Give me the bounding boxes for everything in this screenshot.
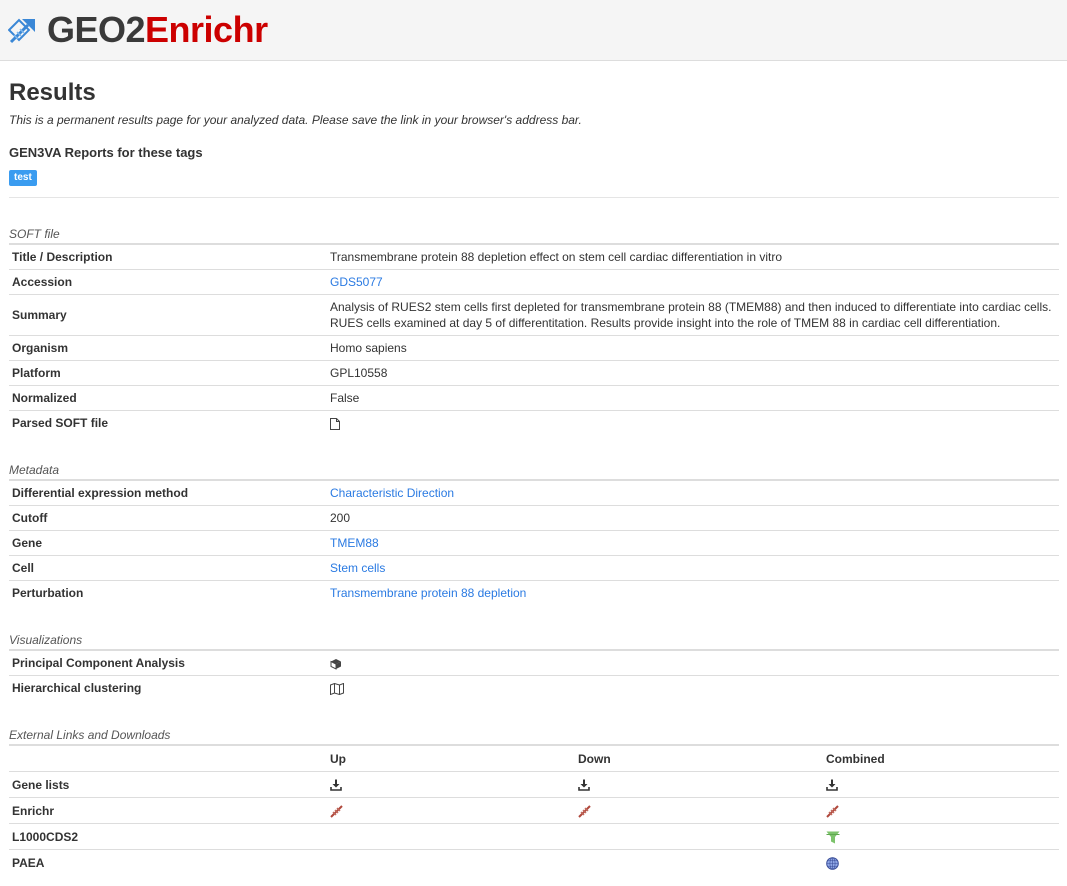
tag-badge[interactable]: test — [9, 170, 37, 186]
section-title-metadata: Metadata — [9, 463, 60, 477]
table-row: Differential expression method Character… — [9, 479, 1059, 506]
table-row: Cell Stem cells — [9, 555, 1059, 581]
section-title-soft-file: SOFT file — [9, 227, 60, 241]
row-label: Platform — [9, 360, 324, 386]
title-description-value: Transmembrane protein 88 depletion effec… — [324, 243, 1059, 270]
tags-heading: GEN3VA Reports for these tags — [9, 145, 203, 160]
normalized-value: False — [324, 385, 1059, 411]
column-header-down: Down — [572, 744, 820, 772]
column-header-up: Up — [324, 744, 572, 772]
brand-logo[interactable]: GEO2Enrichr — [47, 12, 268, 48]
table-row: Normalized False — [9, 385, 1059, 411]
table-row: L1000CDS2 — [9, 823, 1059, 850]
tag-list: test — [9, 169, 1059, 186]
row-label: Gene lists — [9, 771, 324, 798]
section-title-external-links: External Links and Downloads — [9, 728, 171, 742]
table-row: Principal Component Analysis — [9, 649, 1059, 676]
row-label: Principal Component Analysis — [9, 649, 324, 676]
enrichr-icon[interactable] — [330, 804, 343, 818]
map-icon[interactable] — [330, 682, 344, 695]
divider — [9, 197, 1059, 198]
table-row: Summary Analysis of RUES2 stem cells fir… — [9, 294, 1059, 336]
table-row: Hierarchical clustering — [9, 675, 1059, 700]
molecule-arrows-icon[interactable] — [7, 15, 38, 45]
table-row: Perturbation Transmembrane protein 88 de… — [9, 580, 1059, 605]
gene-link[interactable]: TMEM88 — [330, 536, 379, 550]
empty-cell — [324, 823, 572, 850]
table-row: Platform GPL10558 — [9, 360, 1059, 386]
platform-value: GPL10558 — [324, 360, 1059, 386]
section-title-visualizations: Visualizations — [9, 633, 83, 647]
download-icon[interactable] — [578, 779, 590, 792]
visualizations-table: Principal Component Analysis Hierarchica… — [9, 649, 1059, 700]
download-icon[interactable] — [330, 779, 342, 792]
soft-file-table: Title / Description Transmembrane protei… — [9, 243, 1059, 435]
row-label: Enrichr — [9, 797, 324, 824]
globe-icon[interactable] — [826, 856, 839, 870]
row-label: Accession — [9, 269, 324, 295]
table-row: PAEA — [9, 849, 1059, 875]
row-label: Gene — [9, 530, 324, 556]
accession-link[interactable]: GDS5077 — [330, 275, 383, 289]
organism-value: Homo sapiens — [324, 335, 1059, 361]
row-label: PAEA — [9, 849, 324, 875]
row-label: Organism — [9, 335, 324, 361]
row-label: Title / Description — [9, 243, 324, 270]
page-subtitle: This is a permanent results page for you… — [9, 113, 582, 127]
column-header-combined: Combined — [820, 744, 1059, 772]
enrichr-icon[interactable] — [578, 804, 591, 818]
row-label: Perturbation — [9, 580, 324, 605]
table-row: Organism Homo sapiens — [9, 335, 1059, 361]
summary-value: Analysis of RUES2 stem cells first deple… — [324, 294, 1059, 336]
row-label: Normalized — [9, 385, 324, 411]
cell-link[interactable]: Stem cells — [330, 561, 385, 575]
download-icon[interactable] — [826, 779, 838, 792]
row-label: Cutoff — [9, 505, 324, 531]
row-label: Parsed SOFT file — [9, 410, 324, 435]
table-row: Title / Description Transmembrane protei… — [9, 243, 1059, 270]
row-label: L1000CDS2 — [9, 823, 324, 850]
table-header-row: Up Down Combined — [9, 744, 1059, 772]
row-label: Cell — [9, 555, 324, 581]
brand-part-geo: GEO2 — [47, 9, 146, 50]
row-label: Summary — [9, 294, 324, 336]
external-links-table: Up Down Combined Gene lists Enrichr L100… — [9, 744, 1059, 875]
cube-icon[interactable] — [330, 658, 342, 670]
metadata-table: Differential expression method Character… — [9, 479, 1059, 605]
table-row: Parsed SOFT file — [9, 410, 1059, 435]
perturbation-link[interactable]: Transmembrane protein 88 depletion — [330, 586, 526, 600]
funnel-icon[interactable] — [826, 831, 840, 844]
main-content: Results This is a permanent results page… — [0, 81, 1067, 875]
table-row: Gene lists — [9, 771, 1059, 798]
table-row: Enrichr — [9, 797, 1059, 824]
empty-cell — [572, 823, 820, 850]
row-label: Hierarchical clustering — [9, 675, 324, 700]
table-row: Gene TMEM88 — [9, 530, 1059, 556]
cutoff-value: 200 — [324, 505, 1059, 531]
top-navbar: GEO2Enrichr — [0, 0, 1067, 61]
page-title: Results — [9, 79, 96, 106]
diff-method-link[interactable]: Characteristic Direction — [330, 486, 454, 500]
brand-part-enrichr: Enrichr — [145, 9, 268, 50]
empty-cell — [324, 849, 572, 875]
header-empty — [9, 744, 324, 772]
empty-cell — [572, 849, 820, 875]
enrichr-icon[interactable] — [826, 804, 839, 818]
row-label: Differential expression method — [9, 479, 324, 506]
table-row: Cutoff 200 — [9, 505, 1059, 531]
file-icon[interactable] — [330, 417, 340, 430]
table-row: Accession GDS5077 — [9, 269, 1059, 295]
